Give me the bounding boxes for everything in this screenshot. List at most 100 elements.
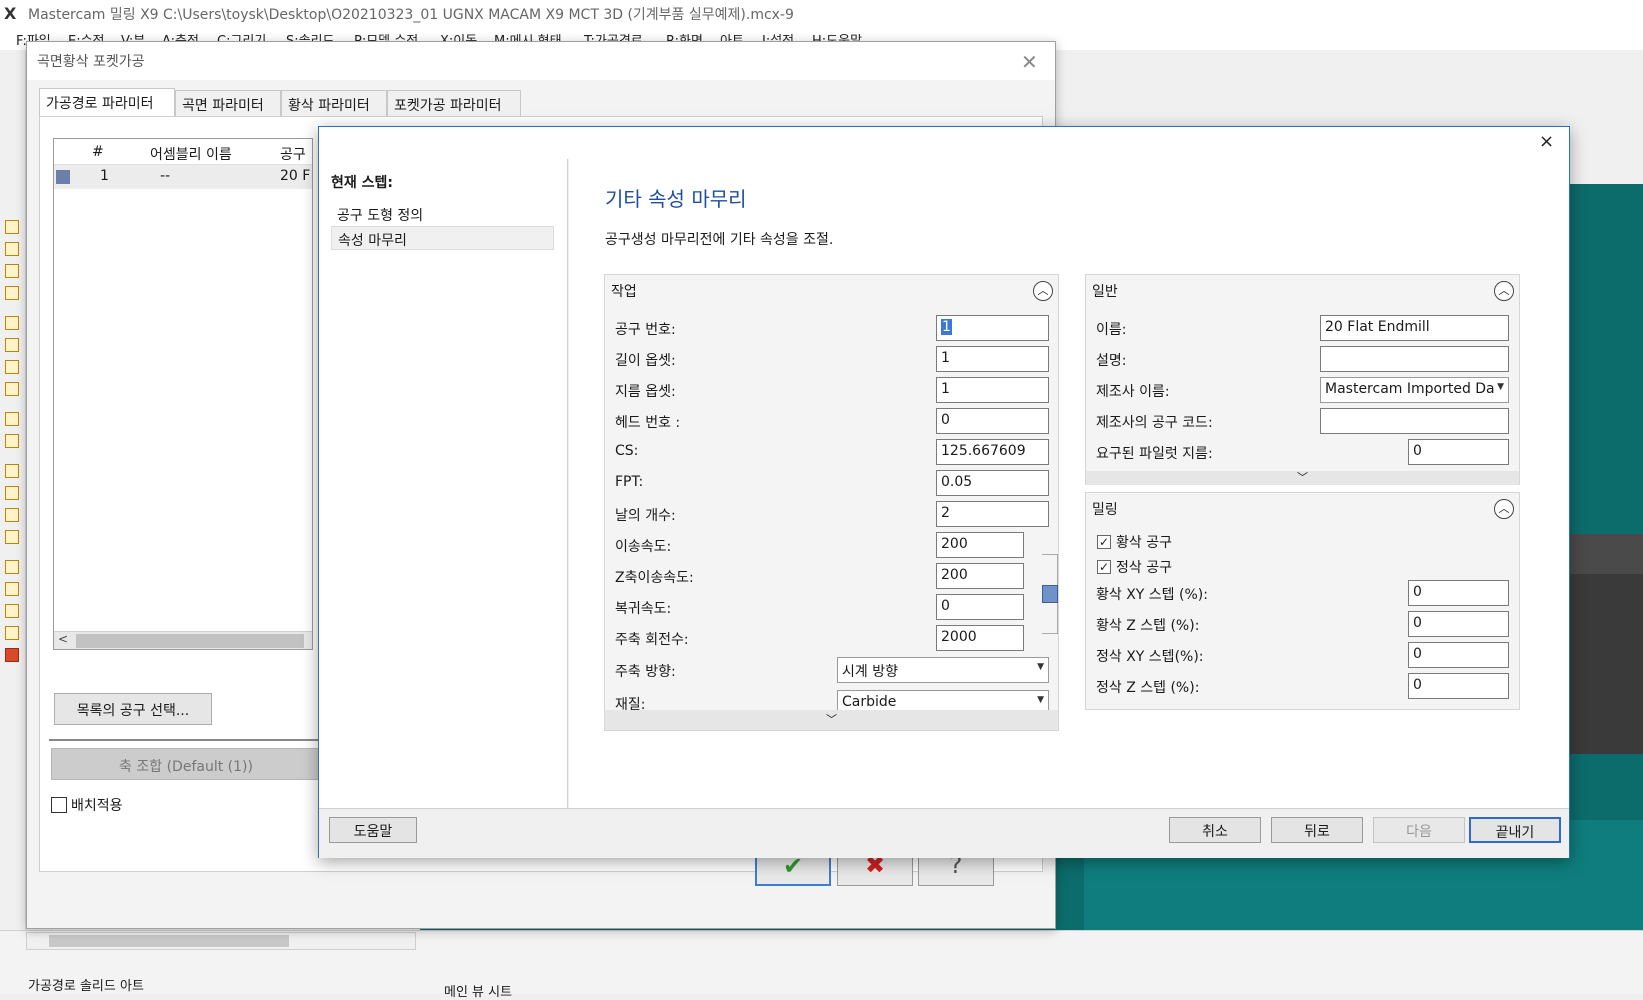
page-description: 공구생성 마무리전에 기타 속성을 조절. bbox=[605, 232, 834, 248]
field-label: 헤드 번호 : bbox=[615, 415, 681, 431]
column-header[interactable]: 공구 bbox=[280, 144, 306, 164]
retract-rate-field[interactable]: 0 bbox=[936, 594, 1024, 620]
tab-surface-parameters[interactable]: 곡면 파라미터 bbox=[175, 90, 281, 116]
toolbar-tool-icon[interactable] bbox=[5, 604, 19, 618]
manager-tabs[interactable]: 가공경로 솔리드 아트 bbox=[28, 975, 144, 994]
finish-z-step-field[interactable]: 0 bbox=[1408, 673, 1509, 699]
axis-combination-button[interactable]: 축 조합 (Default (1)) bbox=[51, 748, 321, 780]
pilot-diameter-field[interactable]: 0 bbox=[1408, 439, 1509, 465]
field-label: 제조사의 공구 코드: bbox=[1096, 415, 1213, 431]
toolbar-tool-icon[interactable] bbox=[5, 530, 19, 544]
checkbox-label: 정삭 공구 bbox=[1116, 560, 1172, 576]
head-number-field[interactable]: 0 bbox=[936, 408, 1049, 434]
main-view-sheet[interactable]: 메인 뷰 시트 bbox=[444, 981, 512, 1000]
tool-table[interactable]: # 어셈블리 이름 공구 1 -- 20 F < bbox=[53, 138, 313, 650]
table-row[interactable]: 1 -- 20 F bbox=[54, 165, 312, 189]
chevron-left-icon[interactable]: < bbox=[58, 632, 68, 646]
dropdown-arrow-icon: ▼ bbox=[1037, 662, 1044, 672]
field-label: 길이 옵셋: bbox=[615, 353, 676, 369]
field-label: 정삭 XY 스텝(%): bbox=[1096, 649, 1204, 665]
tab-rough-parameters[interactable]: 황삭 파라미터 bbox=[281, 90, 387, 116]
field-label: 주축 방향: bbox=[615, 664, 676, 680]
close-icon[interactable]: × bbox=[1539, 131, 1554, 152]
field-label: 이송속도: bbox=[615, 539, 672, 555]
chevron-down-icon[interactable]: ﹀ bbox=[605, 710, 1058, 730]
toolbar-tool-icon[interactable] bbox=[5, 464, 19, 478]
toolbar-tool-icon[interactable] bbox=[5, 626, 19, 640]
diameter-offset-field[interactable]: 1 bbox=[936, 377, 1049, 403]
toolbar-tool-icon[interactable] bbox=[5, 220, 19, 234]
milling-group: 밀링 ︿ ✓ 황삭 공구 ✓ 정삭 공구 황삭 XY 스텝 (%): 0 황삭 … bbox=[1085, 492, 1520, 710]
toolbar-tool-icon[interactable] bbox=[5, 264, 19, 278]
spindle-speed-field[interactable]: 2000 bbox=[936, 625, 1024, 651]
field-label: 설명: bbox=[1096, 353, 1127, 369]
toolbar-tool-icon[interactable] bbox=[5, 434, 19, 448]
chevron-up-icon[interactable]: ︿ bbox=[1494, 281, 1514, 301]
toolbar-tool-icon[interactable] bbox=[5, 508, 19, 522]
column-header[interactable]: 어셈블리 이름 bbox=[150, 144, 232, 164]
chevron-down-icon[interactable]: ﹀ bbox=[1086, 471, 1519, 485]
help-button[interactable]: 도움말 bbox=[329, 817, 417, 843]
spindle-direction-select[interactable]: 시계 방향 ▼ bbox=[837, 657, 1049, 683]
field-label: 황삭 Z 스텝 (%): bbox=[1096, 618, 1200, 634]
back-button[interactable]: 뒤로 bbox=[1271, 817, 1363, 843]
finish-button[interactable]: 끝내기 bbox=[1469, 817, 1561, 843]
toolbar-tool-icon[interactable] bbox=[5, 242, 19, 256]
toolbar-tool-icon[interactable] bbox=[5, 316, 19, 330]
manufacturer-select[interactable]: Mastercam Imported Da ▼ bbox=[1320, 377, 1509, 403]
toolbar-tool-icon[interactable] bbox=[5, 286, 19, 300]
next-button[interactable]: 다음 bbox=[1373, 817, 1465, 843]
scroll-thumb[interactable] bbox=[76, 634, 304, 648]
chevron-up-icon[interactable]: ︿ bbox=[1494, 499, 1514, 519]
app-titlebar: X Mastercam 밀링 X9 C:\Users\toysk\Desktop… bbox=[0, 0, 1643, 28]
toolbar-tool-icon[interactable] bbox=[5, 338, 19, 352]
tab-toolpath-parameters[interactable]: 가공경로 파라미터 bbox=[39, 88, 175, 118]
group-header: 밀링 ︿ bbox=[1086, 493, 1519, 525]
toolbar-tool-icon[interactable] bbox=[5, 360, 19, 374]
finish-tool-checkbox[interactable]: ✓ bbox=[1097, 560, 1111, 574]
column-header[interactable]: # bbox=[92, 144, 104, 160]
group-title: 일반 bbox=[1092, 284, 1118, 300]
rough-xy-step-field[interactable]: 0 bbox=[1408, 580, 1509, 606]
fpt-field[interactable]: 0.05 bbox=[936, 470, 1049, 496]
table-hscroll[interactable]: < bbox=[54, 631, 312, 649]
manager-hscroll[interactable] bbox=[26, 932, 416, 950]
description-field[interactable] bbox=[1320, 346, 1509, 372]
flute-count-field[interactable]: 2 bbox=[936, 501, 1049, 527]
field-label: 공구 번호: bbox=[615, 322, 676, 338]
rough-tool-checkbox[interactable]: ✓ bbox=[1097, 535, 1111, 549]
tool-number-field[interactable]: 1 bbox=[936, 315, 1049, 341]
row-tool: 20 F bbox=[280, 168, 311, 184]
toolbar-stock-icon[interactable] bbox=[5, 648, 19, 662]
cancel-button[interactable]: 취소 bbox=[1169, 817, 1261, 843]
select-library-tool-button[interactable]: 목록의 공구 선택... bbox=[54, 693, 212, 725]
calculator-icon[interactable] bbox=[1042, 585, 1058, 603]
scroll-thumb[interactable] bbox=[49, 935, 289, 947]
toolbar-tool-icon[interactable] bbox=[5, 412, 19, 426]
wizard-content: 기타 속성 마무리 공구생성 마무리전에 기타 속성을 조절. 작업 ︿ 공구 … bbox=[569, 159, 1569, 808]
manufacturer-code-field[interactable] bbox=[1320, 408, 1509, 434]
field-label: 주축 회전수: bbox=[615, 632, 689, 648]
toolbar-tool-icon[interactable] bbox=[5, 382, 19, 396]
select-value: 시계 방향 bbox=[842, 664, 898, 680]
toolbar-tool-icon[interactable] bbox=[5, 486, 19, 500]
step-finish-properties[interactable]: 속성 마무리 bbox=[331, 226, 554, 250]
field-label: 요구된 파일럿 지름: bbox=[1096, 446, 1213, 462]
step-define-geometry[interactable]: 공구 도형 정의 bbox=[331, 202, 554, 226]
close-icon[interactable]: ✕ bbox=[1021, 50, 1038, 74]
toolbar-tool-icon[interactable] bbox=[5, 582, 19, 596]
chevron-up-icon[interactable]: ︿ bbox=[1033, 281, 1053, 301]
rough-z-step-field[interactable]: 0 bbox=[1408, 611, 1509, 637]
toolbar-tool-icon[interactable] bbox=[5, 560, 19, 574]
plunge-rate-field[interactable]: 200 bbox=[936, 563, 1024, 589]
row-assembly: -- bbox=[160, 168, 171, 184]
batch-checkbox[interactable] bbox=[51, 797, 67, 813]
tool-name-field[interactable]: 20 Flat Endmill bbox=[1320, 315, 1509, 341]
field-label: Z축이송속도: bbox=[615, 570, 694, 586]
dialog-title: 곡면황삭 포켓가공 bbox=[37, 54, 145, 70]
tab-pocket-parameters[interactable]: 포켓가공 파라미터 bbox=[387, 90, 521, 116]
cs-field[interactable]: 125.667609 bbox=[936, 439, 1049, 465]
feed-rate-field[interactable]: 200 bbox=[936, 532, 1024, 558]
finish-xy-step-field[interactable]: 0 bbox=[1408, 642, 1509, 668]
length-offset-field[interactable]: 1 bbox=[936, 346, 1049, 372]
